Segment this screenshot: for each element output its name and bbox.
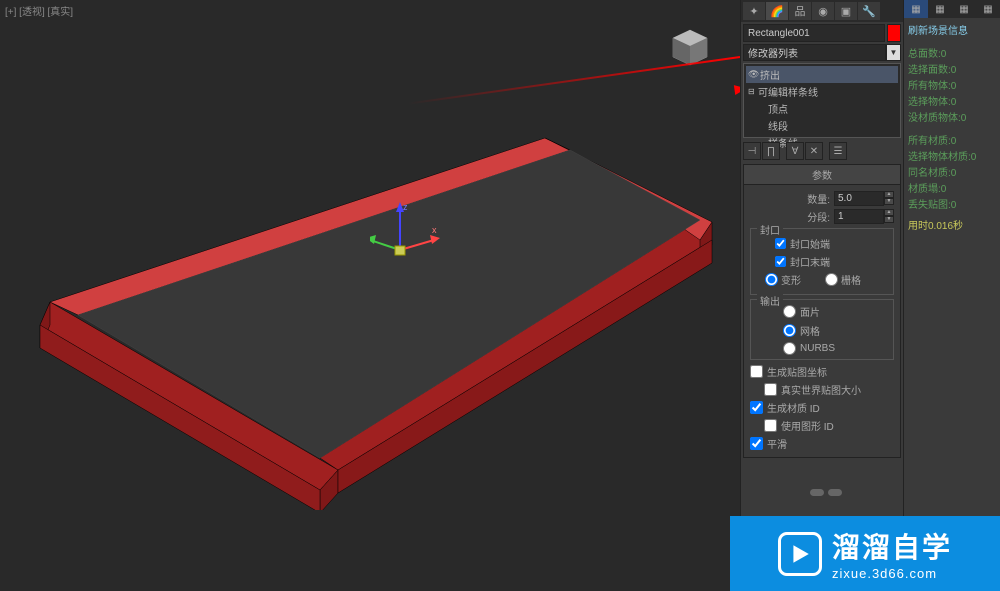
smooth-checkbox[interactable] (750, 437, 763, 450)
amount-input[interactable] (834, 191, 884, 206)
parameters-rollout: 参数 数量: ▲ ▼ 分段: ▲ ▼ (743, 164, 901, 458)
radio-label: NURBS (800, 343, 835, 354)
stat-sel-faces: 选择面数:0 (908, 61, 996, 76)
stack-item-editable-spline[interactable]: ⊟ 可编辑样条线 (746, 83, 898, 100)
stat-miss-map: 丢失贴图:0 (908, 196, 996, 211)
stats-tab-1-icon[interactable]: ▦ (904, 0, 928, 18)
cap-start-checkbox[interactable] (775, 238, 786, 249)
radio-label: 变形 (781, 272, 801, 287)
x-axis-label: x (432, 225, 437, 235)
spinner-down-icon[interactable]: ▼ (884, 198, 894, 205)
pin-stack-icon[interactable]: ⊣ (743, 142, 761, 160)
radio-label: 栅格 (841, 272, 861, 287)
stat-all-materials: 所有材质:0 (908, 132, 996, 147)
display-tab-icon[interactable]: ▣ (835, 2, 857, 20)
use-shape-checkbox[interactable] (764, 419, 777, 432)
remove-icon[interactable]: ✕ (805, 142, 823, 160)
transform-gizmo[interactable]: z x y (370, 200, 450, 270)
motion-tab-icon[interactable]: ◉ (812, 2, 834, 20)
cap-end-checkbox[interactable] (775, 256, 786, 267)
radio-label: 面片 (800, 304, 820, 319)
spinner-up-icon[interactable]: ▲ (884, 209, 894, 216)
expand-icon[interactable]: ⊟ (748, 87, 756, 96)
checkbox-label: 封口始端 (790, 236, 830, 251)
stat-time: 用时0.016秒 (908, 217, 996, 232)
checkbox-label: 封口末端 (790, 254, 830, 269)
rectangle-3d-model (20, 130, 730, 510)
configure-icon[interactable]: ☰ (829, 142, 847, 160)
stat-all-objects: 所有物体:0 (908, 77, 996, 92)
annotation-arrow (408, 56, 740, 105)
create-tab-icon[interactable]: ✦ (743, 2, 765, 20)
stats-tab-2-icon[interactable]: ▦ (928, 0, 952, 18)
group-label: 输出 (757, 293, 783, 308)
output-group: 输出 面片 网格 NURBS (750, 299, 894, 360)
viewport-label[interactable]: [+] [透视] [真实] (5, 3, 73, 18)
stats-tab-4-icon[interactable]: ▦ (976, 0, 1000, 18)
watermark-url: zixue.3d66.com (832, 566, 952, 581)
patch-radio[interactable] (783, 305, 796, 318)
scene-stats-panel: ▦ ▦ ▦ ▦ 刷新场景信息 总面数:0 选择面数:0 所有物体:0 选择物体:… (903, 0, 1000, 591)
checkbox-label: 平滑 (767, 436, 787, 451)
play-icon (778, 532, 822, 576)
object-color-swatch[interactable] (887, 24, 901, 42)
modifier-stack[interactable]: 👁 挤出 ⊟ 可编辑样条线 顶点 线段 样条线 (743, 63, 901, 138)
unique-icon[interactable]: ∀ (786, 142, 804, 160)
stat-same-mat: 同名材质:0 (908, 164, 996, 179)
stack-item-label: 挤出 (760, 67, 780, 82)
checkbox-label: 生成材质 ID (767, 400, 820, 415)
watermark-banner: 溜溜自学 zixue.3d66.com (730, 516, 1000, 591)
chevron-down-icon[interactable]: ▼ (886, 44, 901, 61)
hierarchy-tab-icon[interactable]: 品 (789, 2, 811, 20)
segments-label: 分段: (807, 209, 830, 224)
stack-sub-segment[interactable]: 线段 (746, 117, 898, 134)
capping-group: 封口 封口始端 封口末端 变形 栅格 (750, 228, 894, 295)
object-name-field[interactable] (743, 24, 885, 42)
utilities-tab-icon[interactable]: 🔧 (858, 2, 880, 20)
stack-item-label: 可编辑样条线 (758, 84, 818, 99)
watermark-title: 溜溜自学 (832, 526, 952, 566)
checkbox-label: 使用图形 ID (781, 418, 834, 433)
panel-resize-handle[interactable] (810, 489, 842, 496)
z-axis-label: z (403, 202, 408, 212)
stat-sel-objects: 选择物体:0 (908, 93, 996, 108)
real-world-checkbox[interactable] (764, 383, 777, 396)
checkbox-label: 真实世界贴图大小 (781, 382, 861, 397)
nurbs-radio[interactable] (783, 342, 796, 355)
refresh-scene-link[interactable]: 刷新场景信息 (908, 22, 996, 37)
stack-item-extrude[interactable]: 👁 挤出 (746, 66, 898, 83)
radio-label: 网格 (800, 323, 820, 338)
modify-panel: ✦ 🌈 品 ◉ ▣ 🔧 ▼ 👁 挤出 ⊟ 可编辑样条线 顶点 线段 样条线 ⊣ … (740, 0, 903, 591)
stat-total-faces: 总面数:0 (908, 45, 996, 60)
group-label: 封口 (757, 222, 783, 237)
gen-mapping-checkbox[interactable] (750, 365, 763, 378)
checkbox-label: 生成贴图坐标 (767, 364, 827, 379)
stat-mat-loss: 材质塌:0 (908, 180, 996, 195)
visibility-icon[interactable]: 👁 (748, 69, 758, 80)
stat-sel-obj-mat: 选择物体材质:0 (908, 148, 996, 163)
spinner-up-icon[interactable]: ▲ (884, 191, 894, 198)
spinner-down-icon[interactable]: ▼ (884, 216, 894, 223)
segments-input[interactable] (834, 209, 884, 224)
amount-label: 数量: (807, 191, 830, 206)
stack-sub-vertex[interactable]: 顶点 (746, 100, 898, 117)
mesh-radio[interactable] (783, 324, 796, 337)
command-panel-tabs: ✦ 🌈 品 ◉ ▣ 🔧 (741, 0, 903, 22)
stats-tab-3-icon[interactable]: ▦ (952, 0, 976, 18)
stat-nomat-objects: 没材质物体:0 (908, 109, 996, 124)
morph-radio[interactable] (765, 273, 778, 286)
modify-tab-icon[interactable]: 🌈 (766, 2, 788, 20)
grid-radio[interactable] (825, 273, 838, 286)
stack-toolbar: ⊣ ∏ ∀ ✕ ☰ (743, 140, 901, 162)
show-result-icon[interactable]: ∏ (762, 142, 780, 160)
modifier-list-dropdown[interactable] (743, 44, 886, 61)
rollout-header[interactable]: 参数 (744, 165, 900, 185)
viewport-3d[interactable]: [+] [透视] [真实] z (0, 0, 740, 591)
gen-material-checkbox[interactable] (750, 401, 763, 414)
